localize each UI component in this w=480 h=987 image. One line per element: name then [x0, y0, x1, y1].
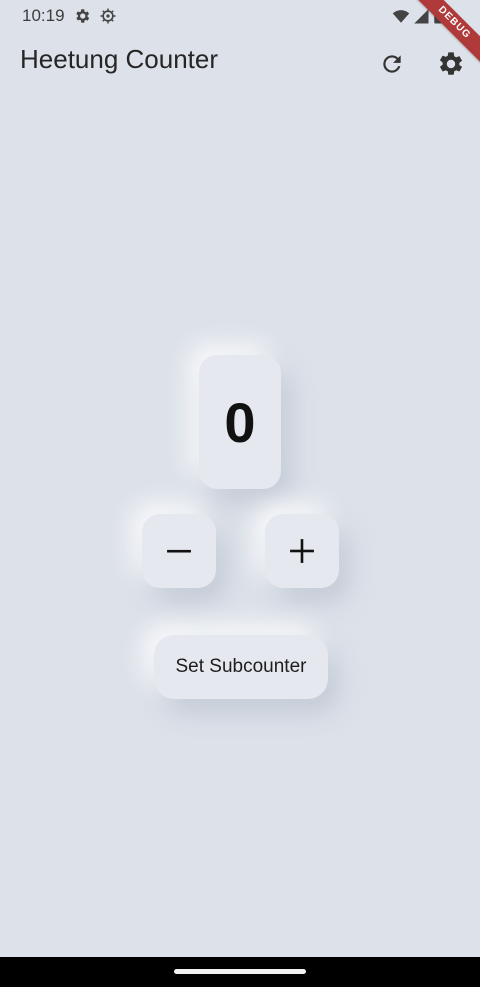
- minus-icon: [167, 549, 191, 553]
- status-bar: 10:19: [0, 0, 480, 32]
- refresh-button[interactable]: [372, 44, 412, 84]
- counter-display: 0: [199, 355, 281, 489]
- status-time: 10:19: [22, 6, 65, 25]
- counter-value: 0: [224, 390, 256, 454]
- wifi-icon: [392, 10, 410, 23]
- refresh-icon: [383, 55, 401, 73]
- bug-icon: [100, 8, 116, 24]
- page-title: Heetung Counter: [20, 44, 219, 74]
- home-indicator[interactable]: [174, 969, 306, 974]
- settings-gear-icon: [76, 9, 90, 23]
- plus-icon: [290, 539, 314, 563]
- set-subcounter-button[interactable]: Set Subcounter: [154, 635, 328, 699]
- navigation-bar: [0, 957, 480, 987]
- settings-icon: [440, 52, 462, 75]
- increment-button[interactable]: [265, 514, 339, 588]
- decrement-button[interactable]: [142, 514, 216, 588]
- settings-button[interactable]: [431, 44, 471, 84]
